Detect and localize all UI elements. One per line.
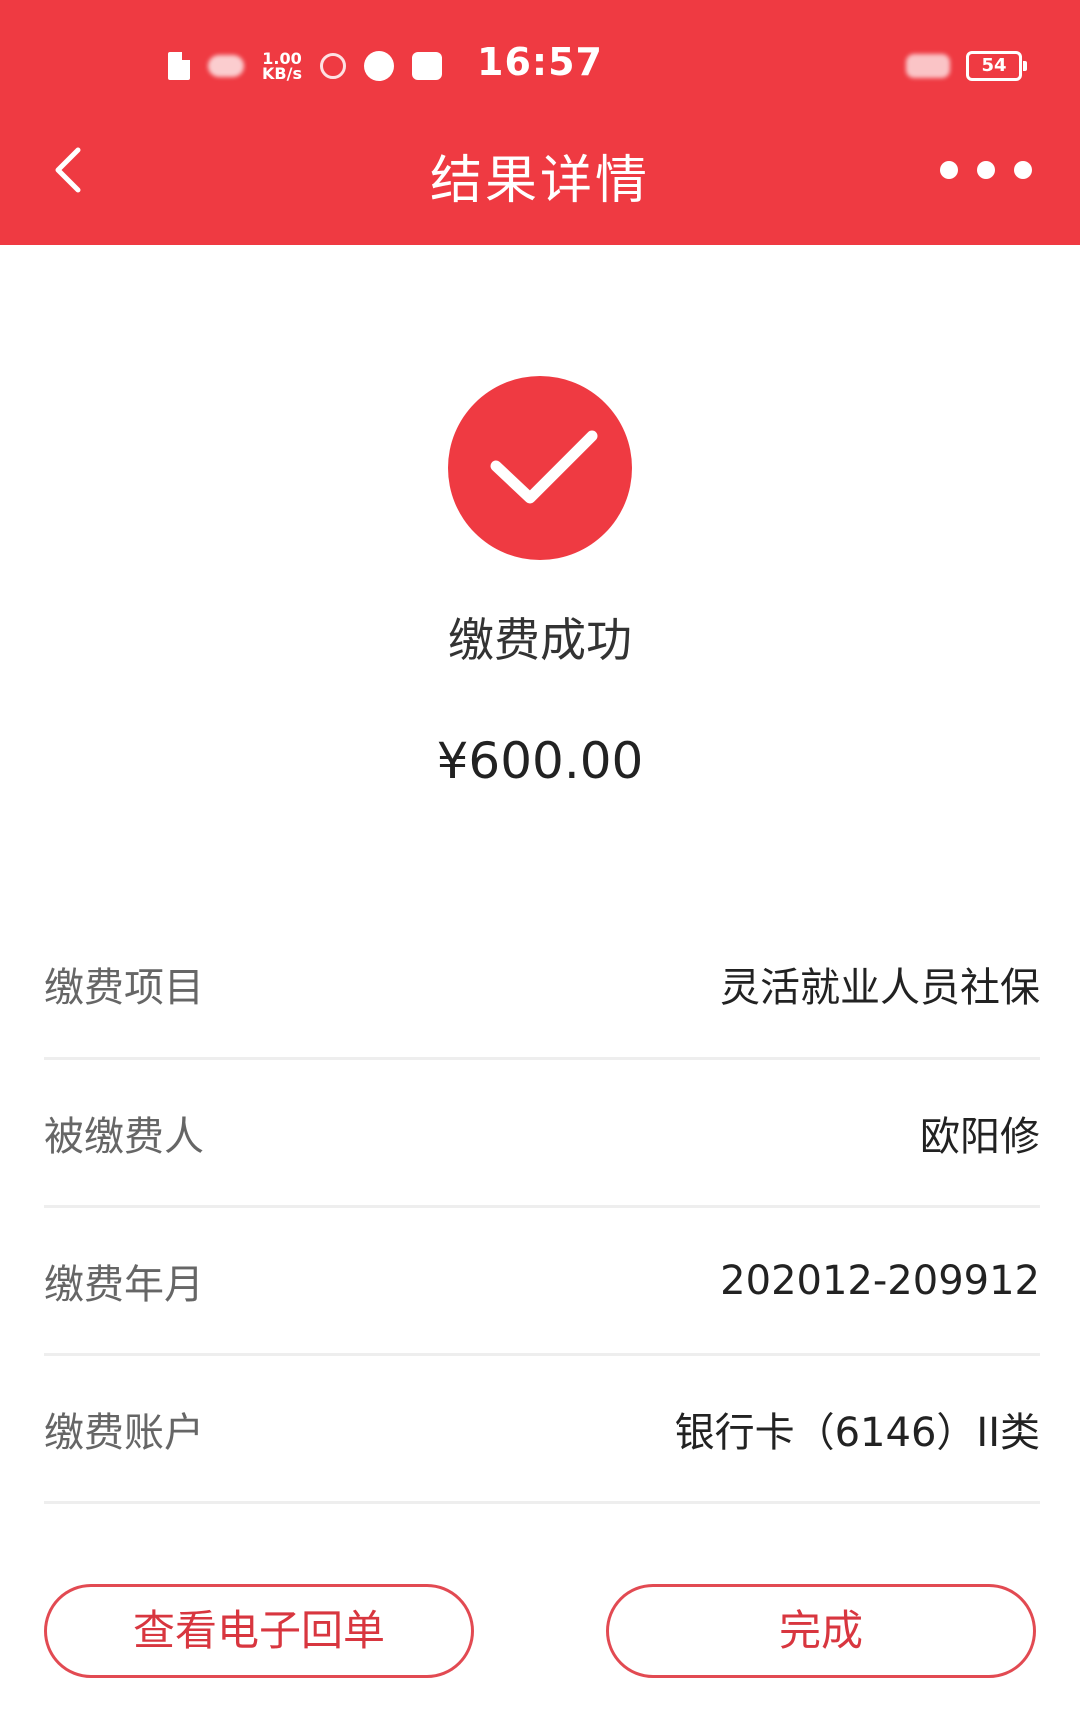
detail-row-payee: 被缴费人 欧阳修: [44, 1060, 1040, 1208]
detail-value-account: 银行卡（6146）II类: [674, 1409, 1040, 1456]
detail-row-period: 缴费年月 202012-209912: [44, 1208, 1040, 1356]
more-dots-icon: [940, 161, 958, 179]
detail-label-item: 缴费项目: [44, 964, 204, 1011]
payment-amount: ¥600.00: [436, 732, 644, 790]
status-icons-right: 54: [906, 46, 1027, 86]
detail-label-account: 缴费账户: [44, 1409, 204, 1456]
check-circle-icon: [448, 376, 632, 560]
payment-details-list: 缴费项目 灵活就业人员社保 被缴费人 欧阳修 缴费年月 202012-20991…: [44, 910, 1040, 1504]
detail-value-item: 灵活就业人员社保: [720, 964, 1040, 1011]
detail-value-payee: 欧阳修: [920, 1113, 1040, 1160]
header-bar: 1.00 KB/s 16:57 54 结果详情: [0, 0, 1080, 245]
page-title: 结果详情: [429, 151, 650, 211]
status-bar: 1.00 KB/s 16:57 54: [0, 0, 1080, 130]
detail-value-period: 202012-209912: [720, 1257, 1040, 1304]
detail-label-payee: 被缴费人: [44, 1113, 204, 1160]
detail-label-period: 缴费年月: [44, 1261, 204, 1308]
signal-icon: [906, 54, 950, 78]
battery-icon: 54: [966, 51, 1027, 81]
detail-row-item: 缴费项目 灵活就业人员社保: [44, 910, 1040, 1060]
battery-level: 54: [981, 55, 1007, 76]
more-dots-icon: [977, 161, 995, 179]
view-receipt-button[interactable]: 查看电子回单: [44, 1584, 474, 1678]
checkmark-icon: [490, 430, 598, 504]
payment-status-text: 缴费成功: [448, 613, 632, 667]
detail-row-account: 缴费账户 银行卡（6146）II类: [44, 1356, 1040, 1504]
more-dots-icon: [1014, 161, 1032, 179]
more-button[interactable]: [940, 150, 1032, 190]
done-button[interactable]: 完成: [606, 1584, 1036, 1678]
